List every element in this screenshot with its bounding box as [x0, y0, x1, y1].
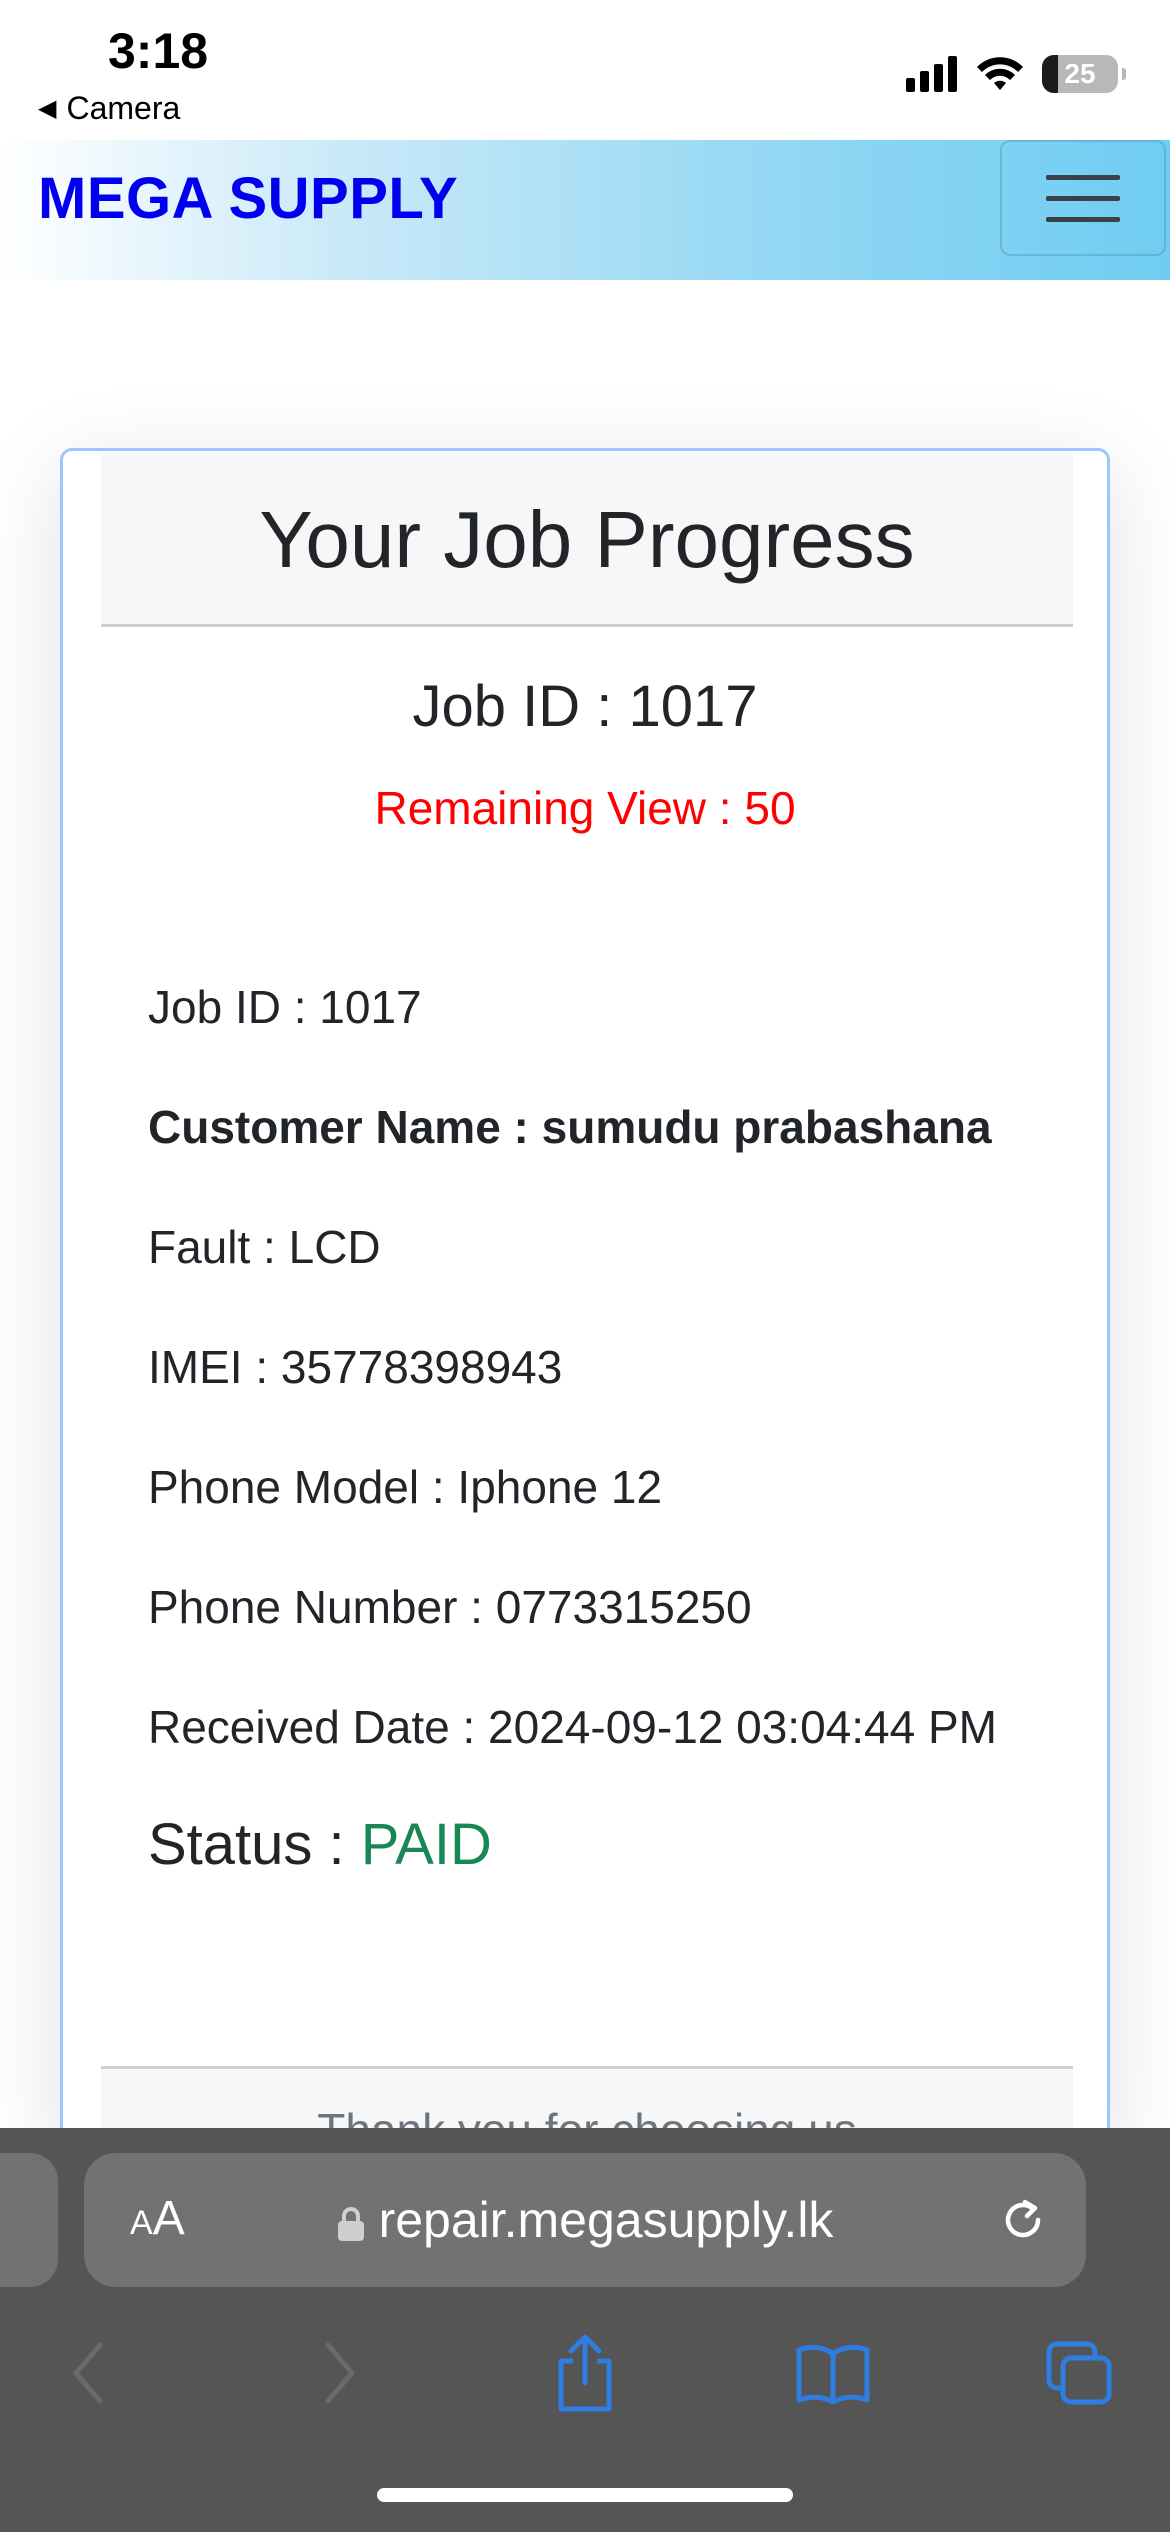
detail-customer-name: Customer Name : sumudu prabashana — [148, 1101, 992, 1153]
status-label: Status : — [148, 1812, 345, 1877]
share-icon — [558, 2334, 612, 2412]
detail-fault: Fault : LCD — [148, 1221, 381, 1273]
chevron-left-icon — [73, 2342, 103, 2404]
status-icons: 25 — [906, 52, 1126, 96]
card-header: Your Job Progress — [101, 455, 1073, 627]
reload-icon[interactable] — [998, 2195, 1048, 2245]
back-app-label: Camera — [66, 90, 181, 126]
chevron-right-icon — [325, 2342, 355, 2404]
tabs-icon — [1046, 2341, 1112, 2405]
status-time: 3:18 — [108, 23, 209, 79]
back-triangle-icon: ◀ — [38, 95, 57, 122]
job-id-heading: Job ID : 1017 — [412, 674, 758, 739]
previous-tab-preview[interactable] — [0, 2153, 58, 2287]
ios-status-bar: 3:18 ◀ Camera 25 — [0, 0, 1170, 140]
home-indicator[interactable] — [377, 2488, 793, 2502]
bookmarks-button[interactable] — [783, 2318, 883, 2428]
forward-button[interactable] — [290, 2318, 390, 2428]
safari-toolbar — [0, 2318, 1170, 2428]
page-title: Your Job Progress — [259, 494, 915, 584]
job-details: Job ID : 1017 Customer Name : sumudu pra… — [148, 971, 1068, 1878]
detail-imei: IMEI : 35778398943 — [148, 1341, 563, 1393]
battery-level: 25 — [1064, 58, 1096, 89]
hamburger-line-icon — [1046, 174, 1120, 180]
status-badge: PAID — [360, 1812, 492, 1877]
lock-icon — [337, 2206, 364, 2241]
share-button[interactable] — [535, 2318, 635, 2428]
remaining-view-count: Remaining View : 50 — [374, 782, 796, 834]
tabs-button[interactable] — [1030, 2318, 1130, 2428]
hamburger-menu-button[interactable] — [1000, 140, 1166, 256]
job-status: Status : PAID — [148, 1811, 1068, 1878]
site-navbar: MEGA SUPPLY — [0, 140, 1170, 280]
wifi-icon — [977, 57, 1023, 90]
cellular-signal-icon — [906, 56, 957, 92]
battery-icon: 25 — [1042, 55, 1126, 93]
job-progress-card: Your Job Progress Job ID : 1017 Remainin… — [60, 448, 1110, 2148]
address-bar[interactable]: AA repair.megasupply.lk — [84, 2153, 1086, 2287]
hamburger-line-icon — [1046, 195, 1120, 201]
detail-phone-number: Phone Number : 0773315250 — [148, 1581, 752, 1633]
book-icon — [796, 2344, 870, 2404]
url-display[interactable]: repair.megasupply.lk — [84, 2191, 1086, 2249]
back-button[interactable] — [38, 2318, 138, 2428]
detail-phone-model: Phone Model : Iphone 12 — [148, 1461, 663, 1513]
brand-logo-text[interactable]: MEGA SUPPLY — [38, 165, 458, 232]
safari-bottom-bar: AA repair.megasupply.lk — [0, 2128, 1170, 2532]
detail-job-id: Job ID : 1017 — [148, 981, 422, 1033]
url-text: repair.megasupply.lk — [378, 2192, 834, 2248]
detail-received-date: Received Date : 2024-09-12 03:04:44 PM — [148, 1701, 997, 1753]
back-to-camera-link[interactable]: ◀ Camera — [38, 90, 180, 127]
hamburger-line-icon — [1046, 216, 1120, 222]
